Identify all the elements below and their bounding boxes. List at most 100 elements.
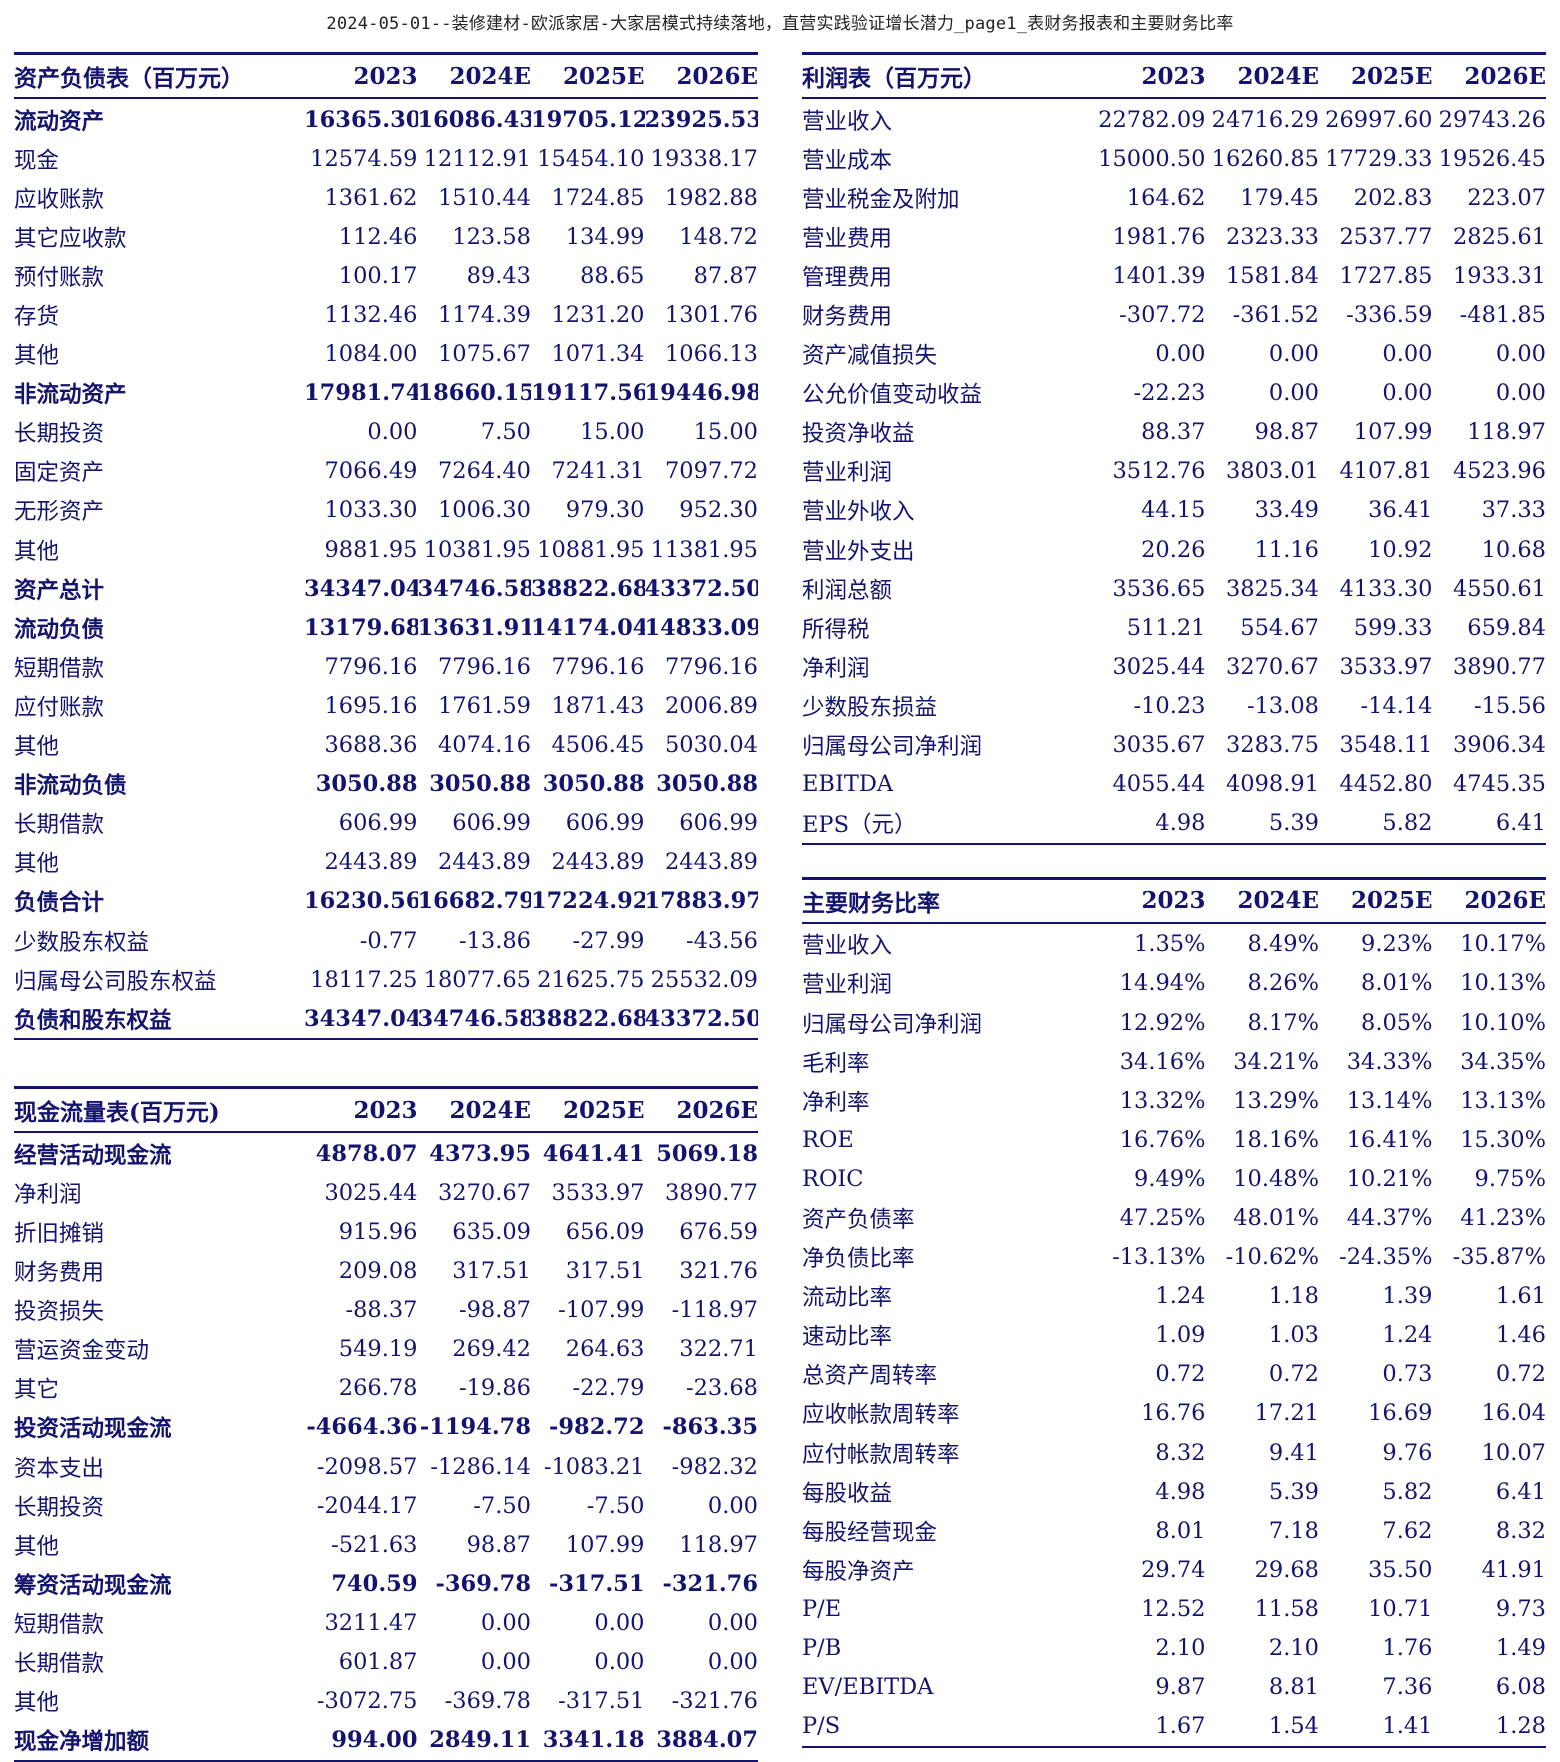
value-cell: 10.21% bbox=[1346, 1165, 1433, 1192]
table-header-row: 利润表（百万元） 2023 2024E 2025E 2026E bbox=[802, 52, 1546, 99]
row-label: 净负债比率 bbox=[802, 1246, 915, 1273]
value-cell: 8.81 bbox=[1268, 1674, 1319, 1701]
value-cell: 223.07 bbox=[1467, 184, 1546, 211]
value-cell: -14.14 bbox=[1360, 692, 1433, 719]
value-cell: 10.10% bbox=[1460, 1009, 1546, 1036]
row-label: 其他 bbox=[14, 538, 60, 565]
value-cell: 41.91 bbox=[1481, 1556, 1546, 1583]
value-cell: -307.72 bbox=[1119, 302, 1206, 329]
value-cell: -107.99 bbox=[558, 1297, 645, 1324]
value-cell: -321.76 bbox=[662, 1570, 758, 1597]
value-cell: 148.72 bbox=[679, 223, 758, 250]
value-cell: 41.23% bbox=[1460, 1204, 1546, 1231]
value-cell: 7.50 bbox=[480, 419, 531, 446]
value-cell: 8.01 bbox=[1155, 1517, 1206, 1544]
table-row: 负债和股东权益 34347.04 34746.58 38822.68 43372.50 bbox=[14, 999, 758, 1041]
year-header: 2024E bbox=[1205, 876, 1319, 924]
value-cell: 13631.91 bbox=[417, 614, 532, 641]
value-cell: 3825.34 bbox=[1225, 575, 1319, 602]
value-cell: 10881.95 bbox=[537, 536, 645, 563]
row-label: 营业利润 bbox=[802, 972, 893, 999]
value-cell: 3211.47 bbox=[324, 1609, 418, 1636]
value-cell: 17729.33 bbox=[1325, 145, 1433, 172]
value-cell: 1174.39 bbox=[437, 302, 531, 329]
table-row: 经营活动现金流 4878.07 4373.95 4641.41 5069.18 bbox=[14, 1132, 758, 1173]
row-label: 应付账款 bbox=[14, 694, 105, 721]
row-label: 公允价值变动收益 bbox=[802, 382, 983, 409]
value-cell: 16.76% bbox=[1119, 1126, 1206, 1153]
value-cell: 3890.77 bbox=[1452, 653, 1546, 680]
value-cell: 3025.44 bbox=[1112, 653, 1206, 680]
year-header: 2026E bbox=[644, 52, 758, 99]
table-row: 营业利润 14.94% 8.26% 8.01% 10.13% bbox=[802, 964, 1546, 1003]
row-label: 应付帐款周转率 bbox=[802, 1441, 960, 1468]
value-cell: 37.33 bbox=[1481, 497, 1546, 524]
value-cell: 1.18 bbox=[1268, 1283, 1319, 1310]
value-cell: 21625.75 bbox=[537, 966, 645, 993]
value-cell: 4133.30 bbox=[1339, 575, 1433, 602]
value-cell: 16.04 bbox=[1481, 1400, 1546, 1427]
row-label: 归属母公司股东权益 bbox=[14, 968, 217, 995]
row-label: 应收账款 bbox=[14, 186, 105, 213]
value-cell: 2006.89 bbox=[664, 692, 758, 719]
table-row: 营业收入 1.35% 8.49% 9.23% 10.17% bbox=[802, 923, 1546, 964]
value-cell: 17981.74 bbox=[304, 380, 418, 407]
table-row: 营业外收入 44.15 33.49 36.41 37.33 bbox=[802, 491, 1546, 530]
value-cell: -27.99 bbox=[572, 927, 645, 954]
row-label: 长期投资 bbox=[14, 421, 105, 448]
year-header: 2023 bbox=[304, 1086, 418, 1134]
row-label: P/B bbox=[802, 1635, 842, 1662]
value-cell: 0.00 bbox=[1268, 380, 1319, 407]
value-cell: -982.72 bbox=[549, 1414, 645, 1441]
table-row: 公允价值变动收益 -22.23 0.00 0.00 0.00 bbox=[802, 374, 1546, 413]
year-header: 2025E bbox=[531, 52, 645, 99]
value-cell: 11.58 bbox=[1254, 1595, 1319, 1622]
value-cell: -4664.36 bbox=[306, 1414, 418, 1441]
row-label: 无形资产 bbox=[14, 499, 105, 526]
value-cell: 2443.89 bbox=[551, 849, 645, 876]
table-header-row: 资产负债表（百万元） 2023 2024E 2025E 2026E bbox=[14, 52, 758, 99]
value-cell: 34746.58 bbox=[417, 575, 532, 602]
value-cell: 14174.04 bbox=[531, 614, 645, 641]
row-label: 营业收入 bbox=[802, 108, 893, 135]
value-cell: 38822.68 bbox=[531, 575, 645, 602]
value-cell: 29.68 bbox=[1254, 1556, 1319, 1583]
value-cell: 12.52 bbox=[1141, 1595, 1206, 1622]
value-cell: 3906.34 bbox=[1452, 732, 1546, 759]
value-cell: 0.00 bbox=[1268, 341, 1319, 368]
value-cell: -35.87% bbox=[1452, 1244, 1546, 1271]
value-cell: 606.99 bbox=[452, 810, 531, 837]
value-cell: 164.62 bbox=[1126, 184, 1206, 211]
value-cell: 0.00 bbox=[707, 1492, 758, 1519]
value-cell: 18.16% bbox=[1233, 1126, 1319, 1153]
table-row: EBITDA 4055.44 4098.91 4452.80 4745.35 bbox=[802, 765, 1546, 804]
table-row: 营业外支出 20.26 11.16 10.92 10.68 bbox=[802, 530, 1546, 569]
table-row: 每股净资产 29.74 29.68 35.50 41.91 bbox=[802, 1550, 1546, 1589]
value-cell: -2098.57 bbox=[316, 1453, 418, 1480]
value-cell: 38822.68 bbox=[531, 999, 645, 1041]
value-cell: 601.87 bbox=[338, 1649, 418, 1676]
row-label: 净利润 bbox=[14, 1181, 82, 1208]
value-cell: 13.14% bbox=[1346, 1087, 1433, 1114]
value-cell: 3533.97 bbox=[1339, 653, 1433, 680]
value-cell: 4055.44 bbox=[1112, 771, 1206, 798]
value-cell: -481.85 bbox=[1459, 302, 1546, 329]
value-cell: 606.99 bbox=[565, 810, 645, 837]
value-cell: 209.08 bbox=[338, 1258, 418, 1285]
value-cell: 317.51 bbox=[565, 1258, 645, 1285]
row-label: 资本支出 bbox=[14, 1455, 105, 1482]
value-cell: 3050.88 bbox=[656, 771, 758, 798]
row-label: 营业外支出 bbox=[802, 538, 915, 565]
value-cell: -321.76 bbox=[671, 1688, 758, 1715]
table-row: 应收账款 1361.62 1510.44 1724.85 1982.88 bbox=[14, 178, 758, 217]
value-cell: -863.35 bbox=[662, 1414, 758, 1441]
value-cell: 17224.92 bbox=[531, 888, 645, 915]
value-cell: 8.32 bbox=[1495, 1517, 1546, 1544]
value-cell: 317.51 bbox=[452, 1258, 531, 1285]
value-cell: 34.21% bbox=[1233, 1048, 1319, 1075]
row-label: 负债和股东权益 bbox=[14, 999, 304, 1041]
table-row: 毛利率 34.16% 34.21% 34.33% 34.35% bbox=[802, 1042, 1546, 1081]
value-cell: 3536.65 bbox=[1112, 575, 1206, 602]
table-row: 其他 1084.00 1075.67 1071.34 1066.13 bbox=[14, 335, 758, 374]
table-row: 少数股东权益 -0.77 -13.86 -27.99 -43.56 bbox=[14, 921, 758, 960]
